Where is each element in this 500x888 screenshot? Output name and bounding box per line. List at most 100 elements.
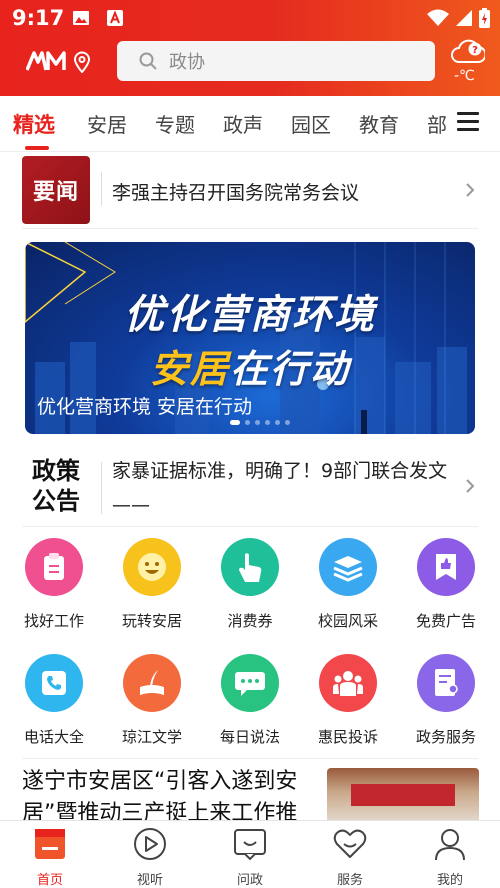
tab-departments[interactable]: 部: [427, 109, 447, 138]
status-time: 9:17: [12, 6, 65, 30]
search-bar[interactable]: 政协: [117, 41, 435, 81]
carousel-indicator: [230, 420, 290, 425]
service-label: 消费券: [227, 612, 273, 630]
nav-home[interactable]: 首页: [20, 827, 80, 888]
chat-bubble-icon: [221, 654, 279, 712]
chevron-right-icon: [466, 183, 475, 197]
policy-badge-line2: 公告: [32, 487, 80, 515]
chevron-right-icon: [466, 479, 475, 493]
service-label: 玩转安居: [121, 612, 182, 630]
tab-featured[interactable]: 精选: [13, 109, 55, 139]
weather-widget[interactable]: ? -℃: [448, 36, 488, 88]
service-government[interactable]: 政务服务: [396, 654, 496, 764]
headline-row[interactable]: 要闻 李强主持召开国务院常务会议: [0, 154, 500, 228]
service-coupon[interactable]: 消费券: [200, 538, 300, 648]
bottom-navigation: 首页 视听 问政 服务 我的: [0, 820, 500, 888]
article-thumbnail: [327, 768, 479, 822]
category-tabs: 精选 安居 专题 政声 园区 教育 部: [0, 96, 500, 152]
smiley-icon: [123, 538, 181, 596]
nav-service[interactable]: 服务: [320, 827, 380, 888]
books-icon: [319, 538, 377, 596]
service-free-ads[interactable]: 免费广告: [396, 538, 496, 648]
search-icon: [139, 52, 157, 70]
app-logo[interactable]: [26, 50, 70, 72]
status-bar: 9:17: [0, 0, 500, 36]
headline-badge: 要闻: [22, 156, 90, 224]
tab-education[interactable]: 教育: [359, 109, 399, 138]
question-box-icon: [234, 829, 266, 861]
battery-icon: [479, 8, 490, 28]
nav-label: 视听: [136, 873, 163, 888]
service-campus[interactable]: 校园风采: [298, 538, 398, 648]
phone-icon: [25, 654, 83, 712]
service-complaint[interactable]: 惠民投诉: [298, 654, 398, 764]
service-label: 免费广告: [415, 612, 476, 630]
service-phonebook[interactable]: 电话大全: [4, 654, 104, 764]
banner-caption: 优化营商环境 安居在行动: [37, 396, 253, 418]
home-icon: [35, 829, 65, 859]
promo-banner[interactable]: 优化营商环境 安居在行动 优化营商环境 安居在行动: [25, 242, 475, 434]
banner-subheadline-rest: 在行动: [230, 347, 351, 391]
tab-park[interactable]: 园区: [291, 109, 331, 138]
service-label: 每日说法: [219, 728, 280, 746]
document-user-icon: [417, 654, 475, 712]
service-label: 琼江文学: [121, 728, 182, 746]
quill-book-icon: [123, 654, 181, 712]
banner-subheadline: 安居在行动: [25, 338, 475, 393]
divider: [22, 526, 478, 527]
user-icon: [435, 829, 465, 861]
service-literature[interactable]: 琼江文学: [102, 654, 202, 764]
nav-label: 首页: [36, 873, 63, 888]
service-find-job[interactable]: 找好工作: [4, 538, 104, 648]
clipboard-icon: [25, 538, 83, 596]
nav-video[interactable]: 视听: [120, 827, 180, 888]
divider: [22, 758, 478, 759]
nav-inquiry[interactable]: 问政: [220, 827, 280, 888]
carousel-dot: [230, 420, 240, 425]
headline-text: 李强主持召开国务院常务会议: [112, 182, 360, 204]
service-label: 校园风采: [317, 612, 378, 630]
policy-text: 家暴证据标准，明确了！9部门联合发文——: [112, 460, 448, 516]
article-thumbnail-stage: [351, 784, 455, 806]
heart-icon: [333, 829, 367, 858]
banner-highlight-text: 安居: [149, 347, 230, 391]
a-notification-icon: [107, 10, 123, 26]
tab-voice[interactable]: 政声: [223, 109, 263, 138]
carousel-dot: [255, 420, 260, 425]
service-label: 找好工作: [23, 612, 84, 630]
pointing-hand-icon: [221, 538, 279, 596]
signal-icon: [456, 10, 472, 26]
service-label: 政务服务: [415, 728, 476, 746]
policy-announcement-row[interactable]: 政策 公告 家暴证据标准，明确了！9部门联合发文——: [0, 446, 500, 526]
carousel-dot: [265, 420, 270, 425]
service-label: 电话大全: [23, 728, 84, 746]
cloud-question-icon: ?: [451, 39, 487, 63]
nav-label: 我的: [436, 873, 463, 888]
news-article-item[interactable]: 遂宁市安居区“引客入遂到安居”暨推动三产挺上来工作推: [0, 762, 500, 822]
service-label: 惠民投诉: [317, 728, 378, 746]
svg-text:?: ?: [472, 45, 478, 56]
banner-headline: 优化营商环境: [124, 292, 376, 338]
thumbs-up-icon: [417, 538, 475, 596]
weather-temperature: -℃: [454, 68, 475, 84]
image-notification-icon: [73, 11, 89, 25]
divider: [101, 172, 102, 206]
location-pin-icon[interactable]: [73, 51, 91, 73]
tab-anju[interactable]: 安居: [87, 109, 127, 138]
tab-menu-icon[interactable]: [457, 112, 479, 132]
tab-topics[interactable]: 专题: [155, 109, 195, 138]
nav-label: 服务: [336, 873, 363, 888]
play-icon: [134, 828, 166, 860]
nav-profile[interactable]: 我的: [420, 827, 480, 888]
nav-label: 问政: [236, 873, 263, 888]
policy-badge: 政策 公告: [24, 456, 88, 516]
status-icons: [427, 8, 490, 28]
carousel-dot: [285, 420, 290, 425]
app-header: 9:17 政协 ? -℃: [0, 0, 500, 96]
service-fun-anju[interactable]: 玩转安居: [102, 538, 202, 648]
service-daily-law[interactable]: 每日说法: [200, 654, 300, 764]
wifi-icon: [427, 9, 449, 26]
active-tab-indicator: [25, 146, 49, 150]
search-placeholder: 政协: [169, 52, 205, 73]
people-icon: [319, 654, 377, 712]
